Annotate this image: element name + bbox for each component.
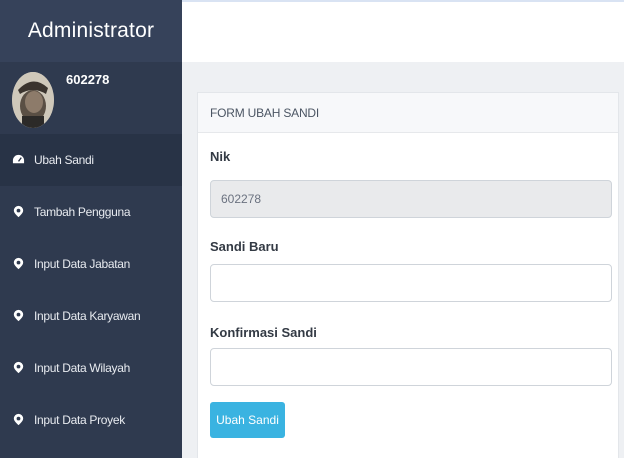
sidebar-item-label: Ubah Sandi (34, 153, 94, 167)
nik-label: Nik (210, 149, 231, 164)
sidebar-item-label: Input Data Proyek (34, 413, 125, 427)
sidebar-item-input-data-proyek[interactable]: Input Data Proyek (0, 394, 182, 446)
sidebar-item-label: Input Data Wilayah (34, 361, 130, 375)
sidebar-menu: Ubah Sandi Tambah Pengguna Input Data Ja… (0, 134, 182, 446)
sidebar-item-label: Input Data Jabatan (34, 257, 131, 271)
location-pin-icon (12, 361, 26, 375)
dashboard-icon (12, 153, 26, 167)
brand-title[interactable]: Administrator (0, 0, 182, 62)
avatar (12, 72, 54, 128)
avatar-image (12, 72, 54, 128)
location-pin-icon (12, 257, 26, 271)
location-pin-icon (12, 309, 26, 323)
ubah-sandi-button[interactable]: Ubah Sandi (210, 402, 285, 438)
konfirmasi-sandi-field[interactable] (210, 348, 612, 386)
sidebar-item-label: Input Data Karyawan (34, 309, 141, 323)
sidebar-item-ubah-sandi[interactable]: Ubah Sandi (0, 134, 182, 186)
sidebar-item-input-data-karyawan[interactable]: Input Data Karyawan (0, 290, 182, 342)
sidebar: Administrator 602278 Ubah Sandi Tambah P… (0, 0, 182, 458)
sidebar-item-tambah-pengguna[interactable]: Tambah Pengguna (0, 186, 182, 238)
sandi-baru-field[interactable] (210, 264, 612, 302)
sandi-baru-label: Sandi Baru (210, 239, 279, 254)
form-title: FORM UBAH SANDI (198, 93, 618, 133)
main-content: FORM UBAH SANDI Nik Sandi Baru Konfirmas… (182, 62, 624, 458)
nik-field[interactable] (210, 180, 612, 218)
location-pin-icon (12, 413, 26, 427)
konfirmasi-sandi-label: Konfirmasi Sandi (210, 325, 317, 340)
user-id: 602278 (66, 72, 110, 87)
sidebar-item-input-data-jabatan[interactable]: Input Data Jabatan (0, 238, 182, 290)
top-navbar (182, 0, 624, 62)
user-panel: 602278 (0, 62, 182, 134)
sidebar-item-label: Tambah Pengguna (34, 205, 131, 219)
form-card: FORM UBAH SANDI Nik Sandi Baru Konfirmas… (197, 92, 619, 458)
location-pin-icon (12, 205, 26, 219)
sidebar-item-input-data-wilayah[interactable]: Input Data Wilayah (0, 342, 182, 394)
